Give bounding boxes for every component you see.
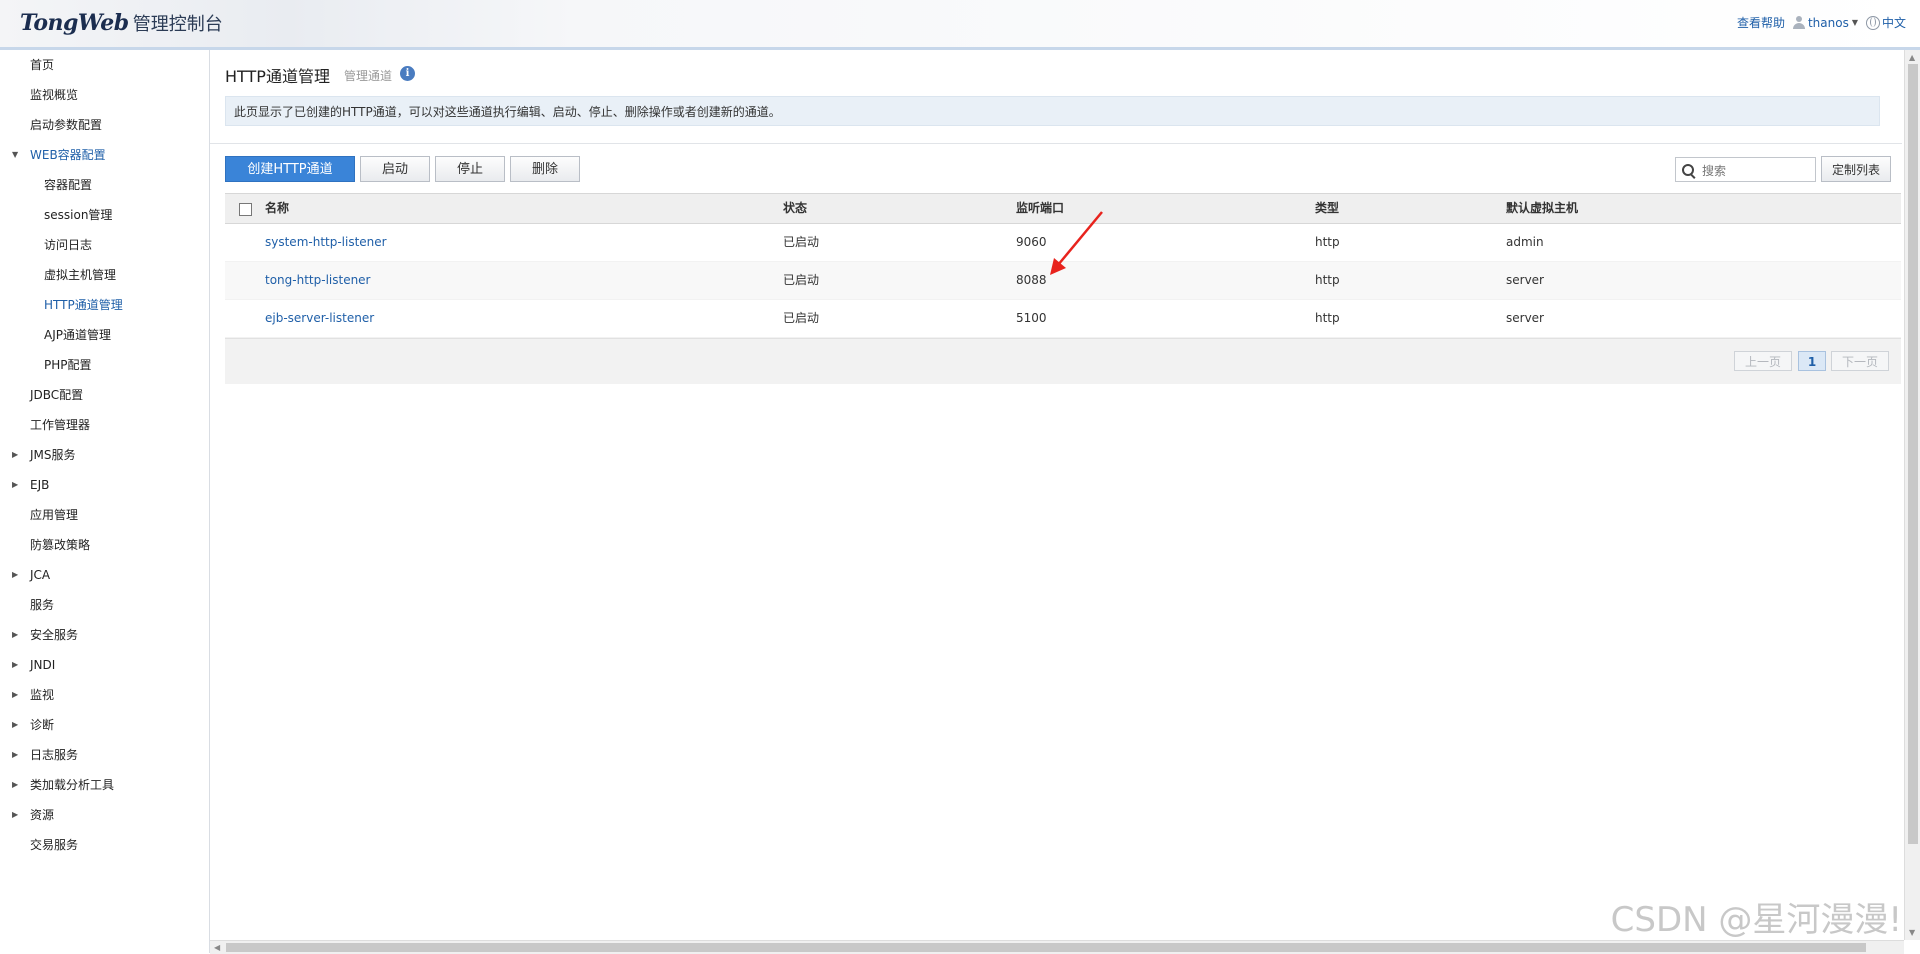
start-button[interactable]: 启动: [360, 156, 430, 182]
channel-status: 已启动: [783, 311, 820, 325]
collapsed-arrow-icon: ▶: [12, 660, 19, 669]
pagination-bar: 上一页 1 下一页: [225, 338, 1901, 384]
watermark: CSDN @星河漫漫!: [1610, 900, 1902, 940]
table-header: 名称 状态 监听端口 类型 默认虚拟主机: [225, 193, 1901, 224]
channel-status: 已启动: [783, 235, 820, 249]
collapsed-arrow-icon: ▶: [12, 450, 19, 459]
column-header-status[interactable]: 状态: [783, 194, 807, 223]
channel-port: 5100: [1016, 311, 1047, 325]
info-icon[interactable]: i: [400, 66, 415, 81]
table-row[interactable]: tong-http-listener 已启动 8088 http server: [225, 262, 1901, 300]
collapsed-arrow-icon: ▶: [12, 750, 19, 759]
search-field[interactable]: [1675, 157, 1816, 182]
column-header-name[interactable]: 名称: [265, 194, 289, 223]
column-header-vhost[interactable]: 默认虚拟主机: [1506, 194, 1578, 223]
current-page-button[interactable]: 1: [1798, 351, 1826, 371]
user-menu[interactable]: thanos ▼: [1792, 15, 1858, 30]
channel-name-link[interactable]: tong-http-listener: [265, 262, 371, 299]
table-row[interactable]: ejb-server-listener 已启动 5100 http server: [225, 300, 1901, 338]
language-switch[interactable]: 中文: [1865, 14, 1906, 31]
page-title: HTTP通道管理: [225, 67, 330, 86]
top-header: TongWeb 管理控制台 查看帮助 thanos ▼ 中文: [0, 0, 1920, 50]
expanded-arrow-icon: ▼: [12, 150, 19, 159]
vertical-scrollbar[interactable]: ▲ ▼: [1904, 50, 1920, 940]
channel-type: http: [1315, 235, 1340, 249]
globe-icon: [1865, 15, 1880, 30]
channel-status: 已启动: [783, 273, 820, 287]
help-link[interactable]: 查看帮助: [1737, 14, 1785, 31]
collapsed-arrow-icon: ▶: [12, 810, 19, 819]
customize-list-button[interactable]: 定制列表: [1821, 156, 1891, 182]
next-page-button[interactable]: 下一页: [1831, 351, 1889, 371]
user-name: thanos: [1807, 15, 1849, 30]
search-icon: [1682, 164, 1694, 176]
collapsed-arrow-icon: ▶: [12, 480, 19, 489]
chevron-down-icon: ▼: [1851, 18, 1858, 27]
collapsed-arrow-icon: ▶: [12, 780, 19, 789]
scroll-up-icon[interactable]: ▲: [1909, 53, 1915, 62]
search-input[interactable]: [1700, 161, 1814, 180]
prev-page-button[interactable]: 上一页: [1734, 351, 1792, 371]
main-content: HTTP通道管理 管理通道 i 此页显示了已创建的HTTP通道，可以对这些通道执…: [210, 50, 1902, 940]
app-logo: TongWeb 管理控制台: [20, 10, 223, 36]
page-subtitle: 管理通道: [344, 69, 393, 83]
delete-button[interactable]: 删除: [510, 156, 580, 182]
channel-port: 9060: [1016, 235, 1047, 249]
sidebar-nav: 首页 监视概览 启动参数配置 ▼ WEB容器配置 容器配置 session管理 访…: [0, 50, 210, 953]
language-label: 中文: [1881, 16, 1906, 30]
column-header-port[interactable]: 监听端口: [1016, 194, 1064, 223]
divider: [210, 143, 1902, 144]
stop-button[interactable]: 停止: [435, 156, 505, 182]
channel-type: http: [1315, 311, 1340, 325]
channel-name-link[interactable]: ejb-server-listener: [265, 300, 374, 337]
collapsed-arrow-icon: ▶: [12, 720, 19, 729]
collapsed-arrow-icon: ▶: [12, 690, 19, 699]
column-header-type[interactable]: 类型: [1315, 194, 1339, 223]
scroll-left-icon[interactable]: ◀: [214, 941, 220, 954]
user-icon: [1792, 16, 1805, 29]
channel-port: 8088: [1016, 273, 1047, 287]
channel-name-link[interactable]: system-http-listener: [265, 224, 387, 261]
http-channel-table: 名称 状态 监听端口 类型 默认虚拟主机 system-http-listene…: [225, 193, 1901, 384]
vertical-scroll-thumb[interactable]: [1908, 64, 1918, 844]
logo-console-title: 管理控制台: [132, 14, 223, 35]
channel-vhost: server: [1506, 311, 1544, 325]
channel-type: http: [1315, 273, 1340, 287]
horizontal-scrollbar[interactable]: ◀: [210, 940, 1904, 954]
channel-vhost: admin: [1506, 235, 1544, 249]
page-description: 此页显示了已创建的HTTP通道，可以对这些通道执行编辑、启动、停止、删除操作或者…: [225, 96, 1880, 126]
horizontal-scroll-thumb[interactable]: [226, 943, 1866, 952]
logo-brand: TongWeb: [20, 10, 129, 36]
channel-vhost: server: [1506, 273, 1544, 287]
table-row[interactable]: system-http-listener 已启动 9060 http admin: [225, 224, 1901, 262]
collapsed-arrow-icon: ▶: [12, 630, 19, 639]
collapsed-arrow-icon: ▶: [12, 570, 19, 579]
select-all-checkbox[interactable]: [239, 203, 252, 216]
create-http-channel-button[interactable]: 创建HTTP通道: [225, 156, 355, 182]
scroll-down-icon[interactable]: ▼: [1909, 928, 1915, 937]
